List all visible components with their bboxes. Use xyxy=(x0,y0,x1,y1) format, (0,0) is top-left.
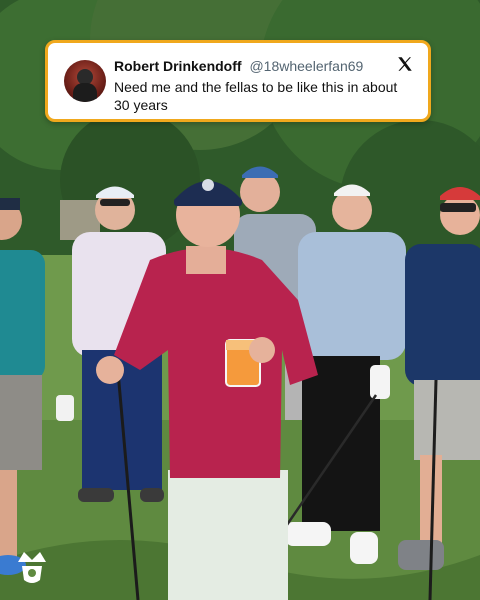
barstool-crown-logo-icon xyxy=(18,552,46,583)
tweet-card[interactable]: Robert Drinkendoff @18wheelerfan69 Need … xyxy=(45,40,431,122)
tweet-text: Need me and the fellas to be like this i… xyxy=(114,79,398,113)
post-image: Robert Drinkendoff @18wheelerfan69 Need … xyxy=(0,0,480,600)
author-handle[interactable]: @18wheelerfan69 xyxy=(249,58,363,74)
author-avatar[interactable] xyxy=(64,60,106,102)
author-name[interactable]: Robert Drinkendoff xyxy=(114,58,242,74)
tweet-header: Robert Drinkendoff @18wheelerfan69 xyxy=(114,57,363,75)
x-logo-icon[interactable] xyxy=(396,55,414,73)
